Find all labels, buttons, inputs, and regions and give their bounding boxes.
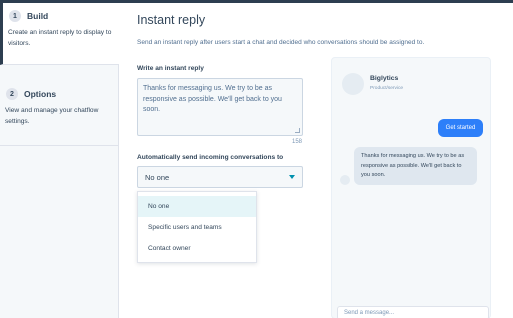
step-build-description: Create an instant reply to display to vi… [8, 29, 112, 47]
chat-preview-header: Biglytics Product/service [332, 58, 490, 106]
company-avatar [342, 73, 364, 95]
instant-reply-text: Thanks for messaging us. We try to be as… [143, 85, 282, 113]
steps-sidebar: 1 Build Create an instant reply to displ… [0, 3, 119, 318]
main-panel: Instant reply Send an instant reply afte… [120, 3, 513, 318]
dropdown-option-specific-users[interactable]: Specific users and teams [138, 217, 256, 238]
page-title: Instant reply [137, 13, 206, 27]
step-options-title: Options [24, 89, 57, 99]
dropdown-option-no-one[interactable]: No one [138, 196, 256, 217]
assign-label: Automatically send incoming conversation… [137, 154, 284, 161]
step-number-badge: 2 [6, 88, 18, 100]
step-number-badge: 1 [9, 10, 21, 22]
assign-dropdown-menu: No one Specific users and teams Contact … [137, 191, 257, 263]
company-subtitle: Product/service [370, 86, 404, 91]
assign-select[interactable]: No one [137, 166, 303, 188]
step-options-header: 2 Options [6, 88, 56, 100]
step-options[interactable]: 2 Options View and manage your chatflow … [0, 78, 119, 146]
assign-select-value: No one [145, 172, 170, 182]
step-options-description: View and manage your chatflow settings. [5, 107, 99, 125]
dropdown-option-contact-owner[interactable]: Contact owner [138, 238, 256, 259]
page-description: Send an instant reply after users start … [137, 39, 425, 46]
step-build[interactable]: 1 Build Create an instant reply to displ… [0, 3, 119, 65]
reply-label: Write an instant reply [137, 65, 204, 72]
step-build-header: 1 Build [9, 10, 48, 22]
message-input[interactable]: Send a message... [337, 306, 489, 318]
user-message-bubble: Get started [438, 119, 483, 137]
caret-down-icon [289, 175, 295, 179]
step-build-title: Build [27, 11, 49, 21]
chat-preview: Biglytics Product/service Get started Th… [331, 57, 491, 318]
bot-avatar [340, 175, 350, 185]
resize-handle-icon[interactable] [295, 128, 300, 133]
company-name: Biglytics [370, 75, 399, 82]
character-count: 158 [292, 139, 303, 145]
instant-reply-textarea[interactable]: Thanks for messaging us. We try to be as… [137, 78, 303, 136]
bot-message-bubble: Thanks for messaging us. We try to be as… [354, 147, 477, 185]
